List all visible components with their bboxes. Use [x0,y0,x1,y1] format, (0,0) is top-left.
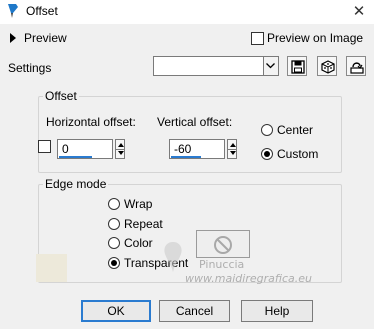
preview-on-image-checkbox[interactable] [251,32,264,45]
spin-divider [116,149,124,150]
ok-button[interactable]: OK [81,300,151,322]
save-preset-button[interactable] [287,56,307,76]
spin-up-icon[interactable] [118,143,124,147]
custom-label: Custom [277,147,319,161]
spin-divider [228,149,236,150]
randomize-button[interactable] [317,56,337,76]
edge-mode-group-label: Edge mode [43,177,109,191]
custom-radio[interactable] [261,148,273,160]
preview-on-image-label: Preview on Image [267,31,364,45]
disabled-icon [213,235,233,258]
edge-color-picker[interactable] [196,230,250,258]
watermark-name: Pinuccia [199,258,245,271]
watermark-site: www.maidiregrafica.eu [185,272,312,285]
chevron-down-icon[interactable] [263,57,278,75]
edge-repeat-radio[interactable] [108,218,120,230]
window-title: Offset [26,4,58,18]
paint-brush-icon [6,3,20,19]
fill-color-swatch[interactable] [36,254,67,282]
preview-toggle[interactable]: Preview [24,31,67,45]
edge-color-label: Color [124,236,153,250]
help-button[interactable]: Help [241,300,313,322]
edge-wrap-radio[interactable] [108,198,120,210]
reset-button[interactable] [346,56,366,76]
spin-up-icon[interactable] [230,143,236,147]
close-button[interactable]: ✕ [350,2,368,20]
vertical-offset-focus-line [171,156,201,158]
vertical-offset-label: Vertical offset: [157,115,233,129]
edge-mode-group [38,184,342,283]
preview-expand-icon[interactable] [10,33,16,43]
edge-transparent-radio[interactable] [108,257,120,269]
spin-down-icon[interactable] [118,151,124,155]
vertical-offset-stepper[interactable] [227,139,237,159]
settings-dropdown[interactable] [153,56,279,76]
watermark-logo-icon [160,240,186,277]
offset-group-label: Offset [43,89,79,103]
center-radio[interactable] [261,124,273,136]
link-offsets-checkbox[interactable] [38,140,51,153]
edge-color-radio[interactable] [108,237,120,249]
cancel-button[interactable]: Cancel [159,300,230,322]
horizontal-offset-label: Horizontal offset: [46,115,136,129]
edge-repeat-label: Repeat [124,217,163,231]
horizontal-offset-stepper[interactable] [115,139,125,159]
center-label: Center [277,123,314,137]
settings-label: Settings [8,61,52,75]
horizontal-offset-focus-line [59,156,92,158]
edge-wrap-label: Wrap [124,197,153,211]
spin-down-icon[interactable] [230,151,236,155]
